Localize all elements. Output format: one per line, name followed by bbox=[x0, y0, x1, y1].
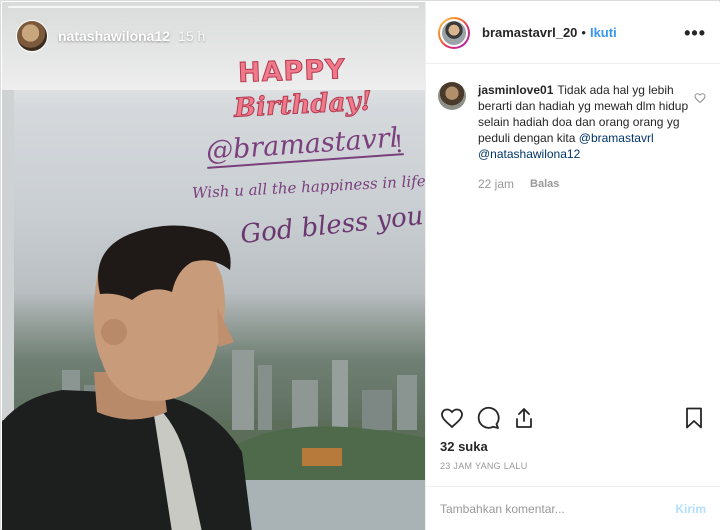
add-comment-bar: Kirim bbox=[426, 486, 720, 530]
post-sidebar: bramastavrl_20 • Ikuti ••• jasminlove01 T… bbox=[425, 2, 720, 530]
story-wish-text: Wish u all the happiness in life bbox=[191, 171, 425, 203]
like-comment-icon[interactable] bbox=[694, 92, 706, 104]
story-blessing-text: God bless you! bbox=[238, 199, 425, 251]
more-options-icon[interactable]: ••• bbox=[684, 24, 706, 42]
commenter-avatar[interactable] bbox=[438, 82, 466, 110]
reply-button[interactable]: Balas bbox=[530, 176, 559, 192]
commenter-username[interactable]: jasminlove01 bbox=[478, 83, 553, 97]
comments-list: jasminlove01 Tidak ada hal yg lebih berar… bbox=[426, 64, 720, 404]
sticker-birthday: Birthday! bbox=[233, 86, 373, 124]
share-icon[interactable] bbox=[512, 406, 536, 430]
comment-input[interactable] bbox=[440, 501, 676, 516]
comment-mention-natashawilona12[interactable]: @natashawilona12 bbox=[478, 147, 580, 161]
comment-time: 22 jam bbox=[478, 177, 515, 191]
post-window: natashawilona12 15 h HAPPY Birthday! @br… bbox=[0, 0, 720, 530]
story-avatar[interactable] bbox=[16, 20, 48, 52]
sticker-happy: HAPPY bbox=[237, 54, 347, 90]
comment-item: jasminlove01 Tidak ada hal yg lebih berar… bbox=[438, 82, 704, 192]
post-timestamp: 23 JAM YANG LALU bbox=[440, 461, 528, 471]
story-username[interactable]: natashawilona12 bbox=[58, 28, 170, 44]
comment-mention-bramastavrl[interactable]: @bramastavrl bbox=[579, 131, 654, 145]
like-count[interactable]: 32 suka bbox=[440, 439, 488, 454]
heart-icon[interactable] bbox=[440, 406, 464, 430]
story-mention-exclamation: ! bbox=[393, 129, 405, 159]
comment-body: jasminlove01 Tidak ada hal yg lebih berar… bbox=[478, 82, 704, 192]
story-timestamp: 15 h bbox=[178, 28, 206, 44]
person-photo bbox=[2, 225, 252, 530]
author-avatar[interactable] bbox=[438, 16, 470, 49]
post-media[interactable]: natashawilona12 15 h HAPPY Birthday! @br… bbox=[2, 2, 425, 530]
header-separator: • bbox=[581, 25, 586, 40]
author-username[interactable]: bramastavrl_20 bbox=[482, 25, 577, 40]
story-header: natashawilona12 15 h bbox=[16, 20, 205, 52]
bookmark-icon[interactable] bbox=[682, 406, 706, 430]
post-comment-button[interactable]: Kirim bbox=[675, 502, 706, 516]
action-bar bbox=[426, 406, 720, 430]
comment-meta: 22 jam Balas bbox=[478, 176, 690, 192]
story-progress-bar bbox=[8, 6, 419, 8]
post-header: bramastavrl_20 • Ikuti ••• bbox=[426, 2, 720, 64]
comment-icon[interactable] bbox=[476, 406, 500, 430]
story-mention[interactable]: @bramastavrl bbox=[205, 122, 404, 169]
follow-button[interactable]: Ikuti bbox=[590, 25, 617, 40]
